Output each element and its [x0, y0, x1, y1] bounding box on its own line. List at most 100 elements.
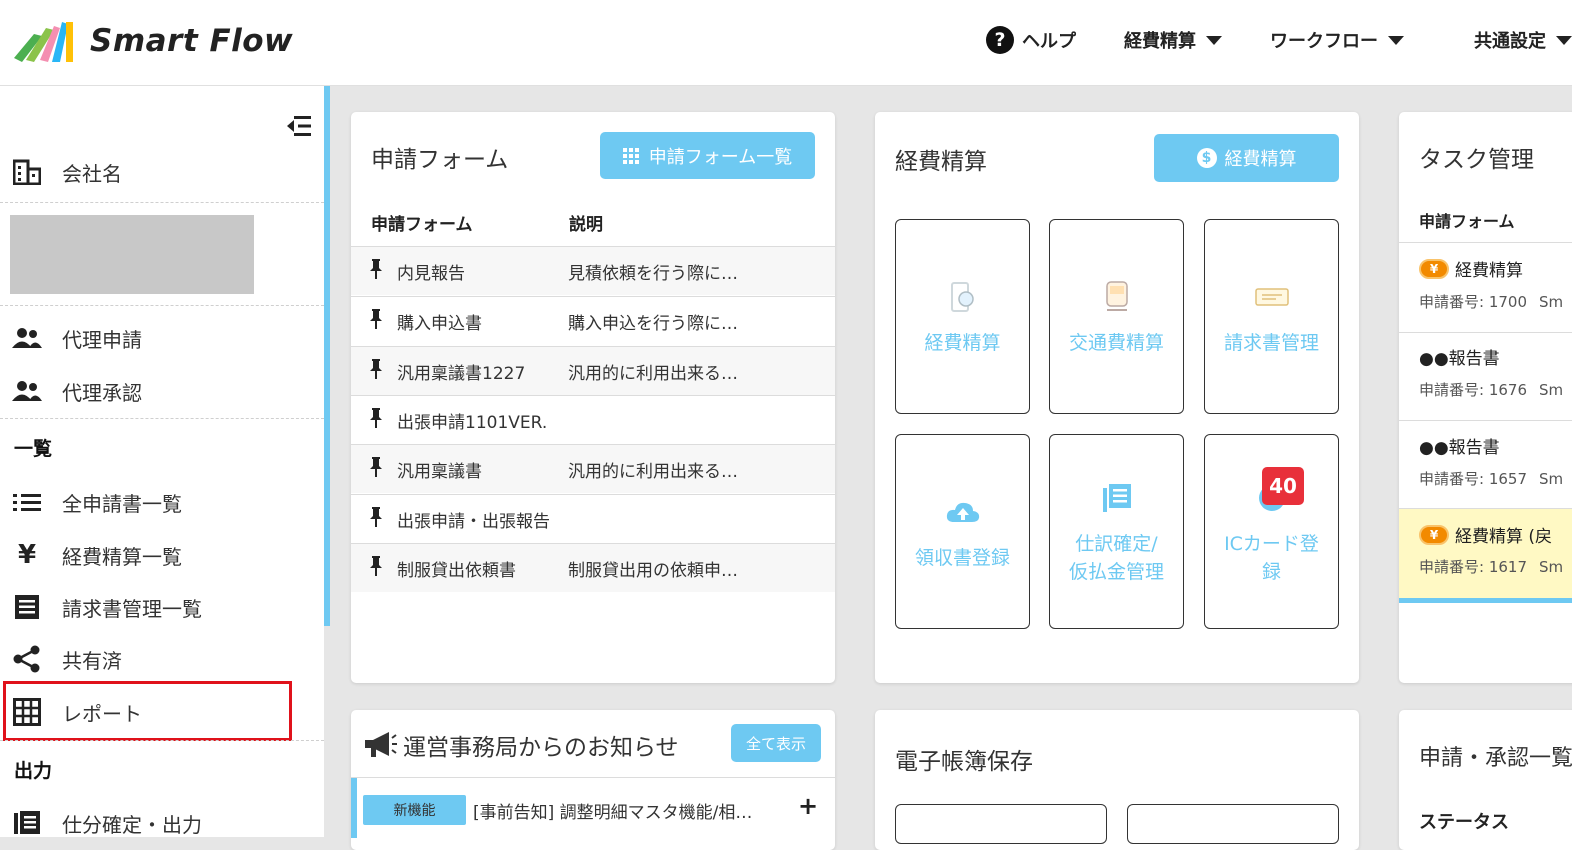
caret-down-icon: [1206, 35, 1222, 45]
pin-icon: [369, 258, 383, 284]
sidebar-item-proxy-approve[interactable]: 代理承認: [0, 375, 324, 407]
expense-button[interactable]: $ 経費精算: [1154, 134, 1339, 182]
task-suffix: Sm: [1539, 381, 1564, 399]
nav-common-settings-label: 共通設定: [1474, 31, 1546, 52]
sidebar-item-label: 請求書管理一覧: [62, 596, 202, 621]
app-logo[interactable]: Smart Flow: [12, 18, 293, 64]
status-col-header: ステータス: [1419, 812, 1509, 833]
nav-help[interactable]: ? ヘルプ: [986, 26, 1076, 54]
form-name: 購入申込書: [397, 313, 482, 334]
ticket-icon: [1254, 277, 1290, 317]
task-title: ●●報告書: [1419, 344, 1500, 369]
collapse-sidebar-icon[interactable]: [286, 114, 312, 138]
forms-card: 申請フォーム 申請フォーム一覧 申請フォーム 説明 内見報告 見積依頼を行う際に……: [351, 112, 835, 683]
expense-card-title: 経費精算: [895, 149, 987, 175]
sidebar-item-label: 代理申請: [62, 327, 142, 352]
col-header-form: 申請フォーム: [371, 215, 473, 235]
sidebar-item-all-applications[interactable]: 全申請書一覧: [0, 486, 324, 518]
table-row[interactable]: 汎用稟議書 汎用的に利用出来る…: [351, 444, 835, 493]
list-icon: [12, 489, 42, 515]
stack-list-icon: [1102, 478, 1132, 518]
form-name: 制服貸出依頼書: [397, 560, 516, 581]
sidebar-item-label: 共有済: [62, 648, 122, 673]
sidebar-item-expense-list[interactable]: ¥ 経費精算一覧: [0, 539, 324, 571]
pin-icon: [369, 506, 383, 532]
table-row[interactable]: 制服貸出依頼書 制服貸出用の依頼申…: [351, 543, 835, 592]
cloud-upload-icon: [946, 492, 980, 532]
task-number-text: 申請番号: 1676: [1419, 381, 1527, 399]
sidebar-item-shared[interactable]: 共有済: [0, 643, 324, 675]
pin-icon: [369, 407, 383, 433]
form-name: 汎用稟議書: [397, 461, 482, 482]
task-title-text: 経費精算 (戻: [1455, 527, 1553, 547]
sidebar-item-invoice-list[interactable]: 請求書管理一覧: [0, 591, 324, 623]
tile-ic-card[interactable]: ICカード登 録: [1204, 434, 1339, 629]
journal-icon: [12, 810, 42, 836]
show-all-button[interactable]: 全て表示: [731, 724, 821, 762]
divider: [0, 305, 324, 306]
ledger-card: 電子帳簿保存: [875, 710, 1359, 850]
form-desc: 汎用的に利用出来る…: [568, 461, 738, 482]
notice-item[interactable]: 新機能 [事前告知] 調整明細マスタ機能/相… +: [351, 777, 835, 838]
forms-card-title: 申請フォーム: [371, 147, 509, 173]
form-name: 内見報告: [397, 263, 465, 284]
tile-expense[interactable]: 経費精算: [895, 219, 1030, 414]
divider: [0, 202, 324, 203]
help-icon: ?: [986, 26, 1014, 54]
tile-receipt-register[interactable]: 領収書登録: [895, 434, 1030, 629]
ledger-tile[interactable]: [1127, 804, 1339, 844]
ledger-card-title: 電子帳簿保存: [895, 749, 1033, 775]
pin-icon: [369, 555, 383, 581]
sidebar-item-label: 仕分確定・出力: [62, 812, 202, 837]
form-name: 出張申請1101VER.: [397, 412, 548, 433]
sidebar-company-label: 会社名: [62, 161, 122, 186]
col-header-description: 説明: [569, 215, 603, 235]
ledger-tile[interactable]: [895, 804, 1107, 844]
task-card-title: タスク管理: [1419, 147, 1534, 173]
sidebar-heading-list: 一覧: [14, 438, 53, 460]
share-icon: [12, 645, 42, 673]
pin-icon: [369, 358, 383, 384]
report-highlight-box: [3, 681, 292, 741]
yen-icon: ¥: [17, 540, 37, 570]
form-list-button[interactable]: 申請フォーム一覧: [600, 132, 815, 179]
new-feature-tag: 新機能: [363, 795, 466, 825]
task-title-text: 経費精算: [1455, 261, 1523, 281]
building-icon: [12, 159, 42, 185]
nav-expense-label: 経費精算: [1124, 31, 1196, 52]
tile-label: ICカード登 録: [1224, 532, 1319, 583]
sidebar-item-proxy-apply[interactable]: 代理申請: [0, 322, 324, 354]
form-desc: 見積依頼を行う際に…: [568, 263, 738, 284]
task-number-text: 申請番号: 1657: [1419, 470, 1527, 488]
tile-transport[interactable]: 交通費精算: [1049, 219, 1184, 414]
expand-plus-icon[interactable]: +: [798, 792, 818, 820]
tile-invoice[interactable]: 請求書管理: [1204, 219, 1339, 414]
sidebar-scrollbar[interactable]: [324, 86, 330, 626]
task-number: 申請番号: 1657 Sm: [1419, 468, 1563, 489]
pin-icon: [369, 308, 383, 334]
form-desc: 制服貸出用の依頼申…: [568, 560, 738, 581]
form-name: 汎用稟議書1227: [397, 363, 526, 384]
table-row[interactable]: 汎用稟議書1227 汎用的に利用出来る…: [351, 346, 835, 395]
table-row[interactable]: 内見報告 見積依頼を行う際に…: [351, 246, 835, 295]
nav-workflow[interactable]: ワークフロー: [1270, 27, 1404, 53]
megaphone-icon: [365, 732, 397, 757]
tile-label: 仕訳確定/ 仮払金管理: [1068, 532, 1164, 583]
nav-common-settings[interactable]: 共通設定: [1474, 27, 1572, 53]
divider: [0, 418, 324, 419]
table-row[interactable]: 出張申請・出張報告: [351, 494, 835, 543]
nav-expense[interactable]: 経費精算: [1124, 27, 1222, 53]
caret-down-icon: [1388, 35, 1404, 45]
ic-card-count-badge: 40: [1262, 467, 1304, 505]
tile-label: 領収書登録: [914, 546, 1010, 569]
task-number-text: 申請番号: 1700: [1419, 293, 1527, 311]
sidebar-item-journal-output[interactable]: 仕分確定・出力: [0, 807, 324, 839]
train-icon: [1101, 277, 1133, 317]
table-row[interactable]: 出張申請1101VER.: [351, 395, 835, 444]
tile-journal[interactable]: 仕訳確定/ 仮払金管理: [1049, 434, 1184, 629]
task-scroll-indicator: [1399, 598, 1572, 603]
notice-accent-bar: [351, 778, 357, 838]
task-col-header: 申請フォーム: [1419, 212, 1515, 231]
table-row[interactable]: 購入申込書 購入申込を行う際に…: [351, 296, 835, 345]
logo-text: Smart Flow: [90, 23, 294, 59]
